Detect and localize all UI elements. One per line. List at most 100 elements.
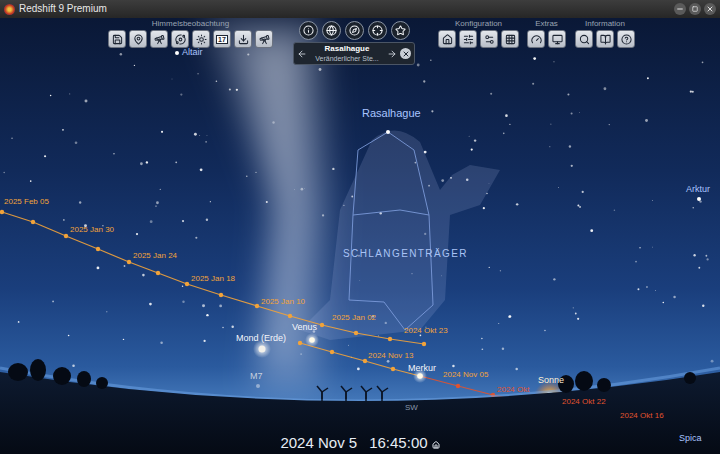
selected-object-bar: RasalhagueVeränderlicher Ste... xyxy=(293,42,415,65)
toolbar-button[interactable] xyxy=(459,30,477,48)
sky-object-label[interactable]: Altair xyxy=(182,48,203,57)
wind-turbine xyxy=(341,386,352,410)
track-dot xyxy=(127,260,131,264)
telescope-icon xyxy=(259,34,270,45)
location-icon xyxy=(133,34,144,45)
star-body[interactable] xyxy=(175,51,179,55)
sky-object-label[interactable]: Sonne xyxy=(538,376,564,385)
track-dot xyxy=(456,384,460,388)
back-arrow-icon[interactable] xyxy=(297,49,307,59)
info-panel-button[interactable] xyxy=(322,21,341,40)
toolbar-button[interactable] xyxy=(575,30,593,48)
star-icon xyxy=(395,25,406,36)
sliders-icon xyxy=(463,34,474,45)
globe-icon xyxy=(326,25,337,36)
toolbar-group: Konfiguration xyxy=(438,18,519,48)
toolbar-group-label: Information xyxy=(585,19,625,29)
track-dot xyxy=(391,367,395,371)
toolbar-group-label: Konfiguration xyxy=(455,19,502,29)
selected-object-type: Veränderlicher Ste... xyxy=(315,54,378,63)
search-icon xyxy=(579,34,590,45)
toolbar-button[interactable] xyxy=(617,30,635,48)
info-panel: RasalhagueVeränderlicher Ste... xyxy=(293,18,415,65)
sky-object-label[interactable]: Venus xyxy=(292,323,317,332)
orbit-icon xyxy=(175,34,186,45)
sun-icon xyxy=(196,34,207,45)
time-display[interactable]: 2024 Nov 516:45:00 xyxy=(280,434,439,452)
app-logo-icon xyxy=(4,4,15,15)
forward-arrow-icon[interactable] xyxy=(387,49,397,59)
track-dot xyxy=(0,210,4,214)
home-icon xyxy=(442,34,453,45)
help-icon xyxy=(621,34,632,45)
track-dot xyxy=(320,323,324,327)
target-icon xyxy=(372,25,383,36)
venus-body[interactable] xyxy=(305,333,319,347)
background-stars xyxy=(3,52,713,370)
time-bar: 2024 Nov 516:45:00 xyxy=(0,434,720,454)
toolbar-button[interactable] xyxy=(548,30,566,48)
toolbar-button[interactable] xyxy=(596,30,614,48)
sky-object-label[interactable]: Mond (Erde) xyxy=(236,334,286,343)
info-panel-button[interactable] xyxy=(391,21,410,40)
track-date-label: 2025 Jan 30 xyxy=(70,226,114,234)
close-button[interactable] xyxy=(704,3,716,15)
download-icon xyxy=(238,34,249,45)
info-panel-button[interactable] xyxy=(299,21,318,40)
monitor-icon xyxy=(552,34,563,45)
minimize-button[interactable] xyxy=(674,3,686,15)
toolbar-button[interactable] xyxy=(192,30,210,48)
wind-turbine xyxy=(317,386,328,410)
sky-object-label[interactable]: M7 xyxy=(250,372,263,381)
horizon-direction: SW xyxy=(405,404,418,412)
toolbar-button[interactable] xyxy=(171,30,189,48)
maximize-button[interactable] xyxy=(689,3,701,15)
track-dot xyxy=(288,314,292,318)
info-panel-button[interactable] xyxy=(368,21,387,40)
star-body[interactable] xyxy=(697,197,701,201)
grid-icon xyxy=(505,34,516,45)
sky-canvas xyxy=(0,18,720,454)
info-panel-button[interactable] xyxy=(345,21,364,40)
toolbar: Himmelsbeobachtung17RasalhagueVeränderli… xyxy=(0,18,720,65)
sky-object-label[interactable]: Spica xyxy=(679,434,702,443)
track-dot xyxy=(354,331,358,335)
toolbar-button[interactable] xyxy=(150,30,168,48)
track-dot xyxy=(64,234,68,238)
sky-object-label[interactable]: Merkur xyxy=(408,364,436,373)
constellation-label[interactable]: SCHLANGENTRÄGER xyxy=(343,249,468,259)
gauge-icon xyxy=(531,34,542,45)
close-panel-icon[interactable] xyxy=(400,48,411,59)
toolbar-button[interactable] xyxy=(255,30,273,48)
ophiuchus-figure xyxy=(300,130,500,340)
toolbar-button[interactable]: 17 xyxy=(213,30,231,48)
track-date-label: 2025 Jan 10 xyxy=(261,298,305,306)
sky-view[interactable]: Altair Rasalhague Arktur Spica Mond (Erde) Ve… xyxy=(0,18,720,454)
toolbar-button[interactable] xyxy=(501,30,519,48)
track-dot xyxy=(298,341,302,345)
sky-object-label[interactable]: Arktur xyxy=(686,185,710,194)
cluster-body[interactable] xyxy=(256,384,260,388)
window-controls xyxy=(674,3,716,15)
calendar-icon: 17 xyxy=(216,35,228,44)
save-icon xyxy=(112,34,123,45)
track-date-label: 2024 Okt xyxy=(497,386,529,394)
toolbar-group: Extras xyxy=(527,18,566,48)
toolbar-button[interactable] xyxy=(527,30,545,48)
toolbar-button[interactable] xyxy=(480,30,498,48)
toolbar-button[interactable] xyxy=(108,30,126,48)
toolbar-button[interactable] xyxy=(234,30,252,48)
sky-object-label[interactable]: Rasalhague xyxy=(362,108,421,119)
selected-object-name: Rasalhague xyxy=(325,44,370,54)
track-dot xyxy=(96,247,100,251)
track-dot xyxy=(219,293,223,297)
orbit-track xyxy=(0,210,426,346)
star-body[interactable] xyxy=(386,130,390,134)
wind-turbine xyxy=(377,386,388,410)
toolbar-button[interactable] xyxy=(129,30,147,48)
track-dot xyxy=(185,282,189,286)
info-icon xyxy=(303,25,314,36)
track-date-label: 2024 Okt 22 xyxy=(562,398,606,406)
toolbar-button[interactable] xyxy=(438,30,456,48)
home-icon[interactable] xyxy=(432,441,440,449)
